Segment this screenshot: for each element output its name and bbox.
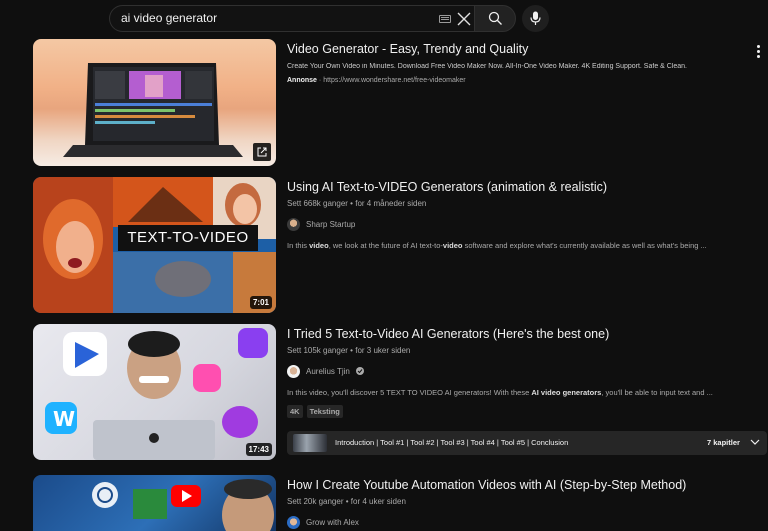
video-thumbnail[interactable] <box>33 475 276 531</box>
view-count: Sett 105k ganger <box>287 346 348 355</box>
chapters-bar[interactable]: Introduction | Tool #1 | Tool #2 | Tool … <box>287 431 767 455</box>
desc-highlight: AI video generators <box>531 388 602 397</box>
channel-name[interactable]: Aurelius Tjin <box>306 367 350 376</box>
chapter-count: 7 kapitler <box>707 438 740 447</box>
open-external-link[interactable] <box>253 143 271 161</box>
keyboard-icon[interactable] <box>439 15 451 23</box>
thumbnail-caption: TEXT-TO-VIDEO <box>118 225 258 251</box>
thumbnail-image: W <box>45 328 268 460</box>
duration-badge: 17:43 <box>245 443 272 456</box>
desc-text: , you'll be able to input text and ... <box>601 388 713 397</box>
video-title[interactable]: Using AI Text-to-VIDEO Generators (anima… <box>287 179 757 195</box>
video-result[interactable]: W 17:43 I Tried 5 Text-to-Video AI Gener… <box>33 324 767 460</box>
desc-text: software and explore what's currently av… <box>462 241 707 250</box>
svg-text:W: W <box>53 407 75 431</box>
video-meta: Sett 20k ganger • for 4 uker siden <box>287 497 757 506</box>
channel-row[interactable]: Grow with Alex <box>287 515 757 529</box>
dot <box>757 45 760 48</box>
chapter-thumbnail <box>293 434 327 452</box>
clear-search-icon[interactable] <box>456 11 472 27</box>
search-input[interactable]: ai video generator <box>109 5 474 32</box>
meta-separator: • <box>345 497 349 506</box>
external-link-icon <box>257 147 267 157</box>
desc-highlight: video <box>309 241 329 250</box>
desc-text: In this video, you'll discover 5 TEXT TO… <box>287 388 532 397</box>
video-result[interactable]: How I Create Youtube Automation Videos w… <box>33 475 763 531</box>
channel-name[interactable]: Grow with Alex <box>306 518 359 527</box>
voice-search-button[interactable] <box>522 5 549 32</box>
upload-age: for 3 uker siden <box>355 346 411 355</box>
channel-avatar[interactable] <box>287 364 300 378</box>
channel-name[interactable]: Sharp Startup <box>306 220 355 229</box>
ad-info: Video Generator - Easy, Trendy and Quali… <box>287 39 757 84</box>
video-title[interactable]: How I Create Youtube Automation Videos w… <box>287 477 757 493</box>
thumbnail-image <box>92 479 274 531</box>
video-meta: Sett 105k ganger • for 3 uker siden <box>287 346 757 355</box>
channel-row[interactable]: Sharp Startup <box>287 217 757 231</box>
channel-avatar[interactable] <box>287 515 300 529</box>
badge-4k: 4K <box>287 405 303 418</box>
search-icon <box>488 11 502 25</box>
view-count: Sett 20k ganger <box>287 497 344 506</box>
verified-icon <box>355 367 364 375</box>
video-result[interactable]: TEXT-TO-VIDEO 7:01 Using AI Text-to-VIDE… <box>33 177 763 313</box>
upload-age: for 4 uker siden <box>350 497 406 506</box>
meta-separator: • <box>350 346 353 355</box>
desc-text: , we look at the future of AI text-to- <box>328 241 443 250</box>
channel-row[interactable]: Aurelius Tjin <box>287 364 757 378</box>
sponsored-label: Annonse <box>287 77 317 84</box>
video-thumbnail[interactable]: W 17:43 <box>33 324 276 460</box>
video-meta: Sett 668k ganger • for 4 måneder siden <box>287 199 757 208</box>
video-thumbnail[interactable]: TEXT-TO-VIDEO 7:01 <box>33 177 276 313</box>
ad-title[interactable]: Video Generator - Easy, Trendy and Quali… <box>287 41 757 57</box>
video-info: I Tried 5 Text-to-Video AI Generators (H… <box>287 324 767 455</box>
upload-age: for 4 måneder siden <box>355 199 427 208</box>
video-description: In this video, we look at the future of … <box>287 241 757 250</box>
ad-thumbnail[interactable] <box>33 39 276 166</box>
video-info: How I Create Youtube Automation Videos w… <box>287 475 757 529</box>
ad-result[interactable]: Video Generator - Easy, Trendy and Quali… <box>33 39 763 166</box>
meta-separator: • <box>350 199 353 208</box>
ad-description: Create Your Own Video in Minutes. Downlo… <box>287 63 688 70</box>
desc-highlight: video <box>442 241 463 250</box>
video-info: Using AI Text-to-VIDEO Generators (anima… <box>287 177 757 250</box>
badge-row: 4K Teksting <box>287 405 757 418</box>
chapter-list: Introduction | Tool #1 | Tool #2 | Tool … <box>335 438 569 447</box>
duration-badge: 7:01 <box>249 296 272 309</box>
channel-avatar[interactable] <box>287 217 300 231</box>
desc-text: In this <box>287 241 310 250</box>
dot <box>757 55 760 58</box>
badge-subtitles: Teksting <box>306 405 343 418</box>
search-button[interactable] <box>474 5 516 32</box>
sponsored-url[interactable]: https://www.wondershare.net/free-videoma… <box>323 77 465 84</box>
dot <box>757 50 760 53</box>
sponsored-line: Annonse · https://www.wondershare.net/fr… <box>287 77 757 84</box>
laptop-image <box>63 63 243 157</box>
video-title[interactable]: I Tried 5 Text-to-Video AI Generators (H… <box>287 326 757 342</box>
search-query[interactable]: ai video generator <box>121 11 217 25</box>
chevron-down-icon[interactable] <box>750 439 760 446</box>
video-description: In this video, you'll discover 5 TEXT TO… <box>287 388 757 397</box>
sponsored-separator: · <box>318 77 322 84</box>
microphone-icon <box>530 11 541 25</box>
view-count: Sett 668k ganger <box>287 199 348 208</box>
search-bar: ai video generator <box>109 5 516 32</box>
more-options-button[interactable] <box>756 45 762 61</box>
